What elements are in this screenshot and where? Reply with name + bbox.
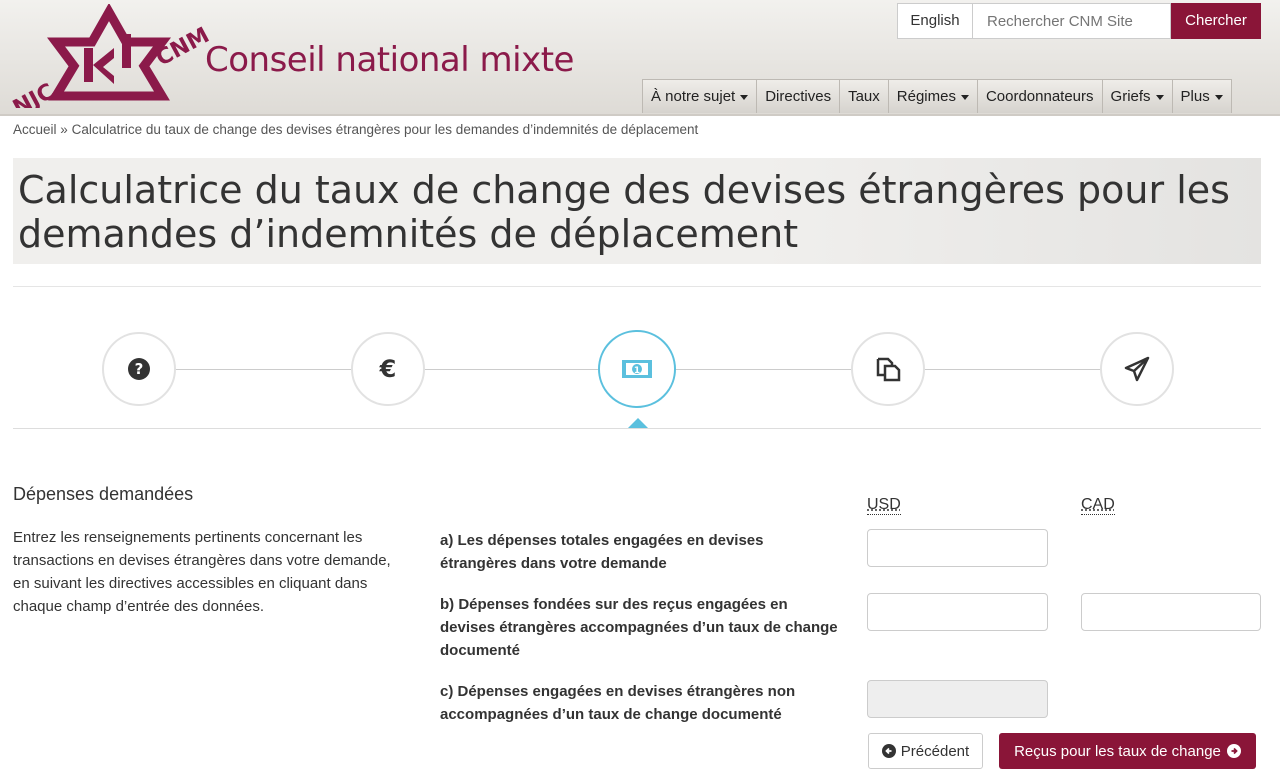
- step-4-receipts[interactable]: [851, 332, 925, 406]
- search-input[interactable]: [973, 3, 1171, 39]
- active-step-pointer: [628, 418, 648, 428]
- row-b-usd-input[interactable]: [867, 593, 1048, 631]
- arrow-left-circle-icon: [881, 744, 896, 758]
- paper-plane-icon: [1124, 356, 1150, 382]
- arrow-right-circle-icon: [1226, 744, 1241, 758]
- steps-divider: [13, 428, 1261, 429]
- nav-item-griefs[interactable]: Griefs: [1101, 79, 1173, 113]
- previous-button[interactable]: Précédent: [868, 733, 983, 769]
- nav-item-label: Régimes: [896, 88, 956, 105]
- step-3-money[interactable]: 1: [598, 330, 676, 408]
- svg-text:?: ?: [135, 360, 144, 378]
- row-c-label: c) Dépenses engagées en devises étrangèr…: [440, 683, 796, 723]
- section-description: Entrez les renseignements pertinents con…: [13, 529, 391, 615]
- column-header-usd: USD: [867, 496, 901, 515]
- caret-down-icon: [960, 94, 969, 100]
- previous-button-label: Précédent: [900, 742, 970, 760]
- nav-item-label: Taux: [848, 88, 880, 105]
- nav-item-label: Griefs: [1110, 88, 1151, 105]
- breadcrumb-current: Calculatrice du taux de change des devis…: [71, 122, 699, 137]
- step-1-question[interactable]: ?: [102, 332, 176, 406]
- row-a-label: a) Les dépenses totales engagées en devi…: [440, 532, 764, 572]
- nav-item-label: Plus: [1180, 88, 1210, 105]
- nav-item-taux[interactable]: Taux: [839, 79, 889, 113]
- row-c-usd-input: [867, 680, 1048, 718]
- nav-item-plus[interactable]: Plus: [1171, 79, 1232, 113]
- divider: [13, 286, 1261, 287]
- njc-cnm-logo[interactable]: NJC CNM: [4, 4, 214, 108]
- question-circle-icon: ?: [128, 358, 150, 380]
- nav-item-coordonnateurs[interactable]: Coordonnateurs: [976, 79, 1103, 113]
- nav-item-label: Coordonnateurs: [985, 88, 1094, 105]
- breadcrumb-separator: »: [60, 122, 68, 137]
- site-name[interactable]: Conseil national mixte: [205, 40, 574, 80]
- row-b-label: b) Dépenses fondées sur des reçus engagé…: [440, 596, 838, 659]
- nav-item-a-notre-sujet[interactable]: À notre sujet: [642, 79, 758, 113]
- search-button[interactable]: Chercher: [1171, 3, 1261, 39]
- next-button-label: Reçus pour les taux de change: [1014, 742, 1221, 760]
- row-a-usd-input[interactable]: [867, 529, 1048, 567]
- breadcrumb: Accueil » Calculatrice du taux de change…: [13, 122, 698, 137]
- page-title-banner: Calculatrice du taux de change des devis…: [13, 158, 1261, 264]
- caret-down-icon: [1214, 94, 1223, 100]
- caret-down-icon: [1155, 94, 1164, 100]
- column-header-cad: CAD: [1081, 496, 1115, 515]
- main-nav: À notre sujet Directives Taux Régimes Co…: [642, 79, 1232, 113]
- section-title: Dépenses demandées: [13, 484, 194, 504]
- next-button[interactable]: Reçus pour les taux de change: [999, 733, 1256, 769]
- breadcrumb-home-link[interactable]: Accueil: [13, 122, 57, 137]
- step-5-submit[interactable]: [1100, 332, 1174, 406]
- language-toggle-button[interactable]: English: [897, 3, 973, 39]
- site-header: NJC CNM Conseil national mixte English C…: [0, 0, 1280, 116]
- svg-text:NJC: NJC: [9, 79, 58, 108]
- nav-item-label: Directives: [765, 88, 832, 105]
- euro-icon: €: [379, 355, 397, 383]
- caret-down-icon: [740, 94, 749, 100]
- nav-item-regimes[interactable]: Régimes: [887, 79, 978, 113]
- nav-item-directives[interactable]: Directives: [756, 79, 841, 113]
- svg-text:1: 1: [634, 366, 640, 376]
- copy-documents-icon: [876, 357, 901, 382]
- nav-item-label: À notre sujet: [651, 88, 736, 105]
- page-title: Calculatrice du taux de change des devis…: [18, 168, 1230, 256]
- row-b-cad-input[interactable]: [1081, 593, 1261, 631]
- money-bill-icon: 1: [622, 360, 652, 378]
- step-2-currency[interactable]: €: [351, 332, 425, 406]
